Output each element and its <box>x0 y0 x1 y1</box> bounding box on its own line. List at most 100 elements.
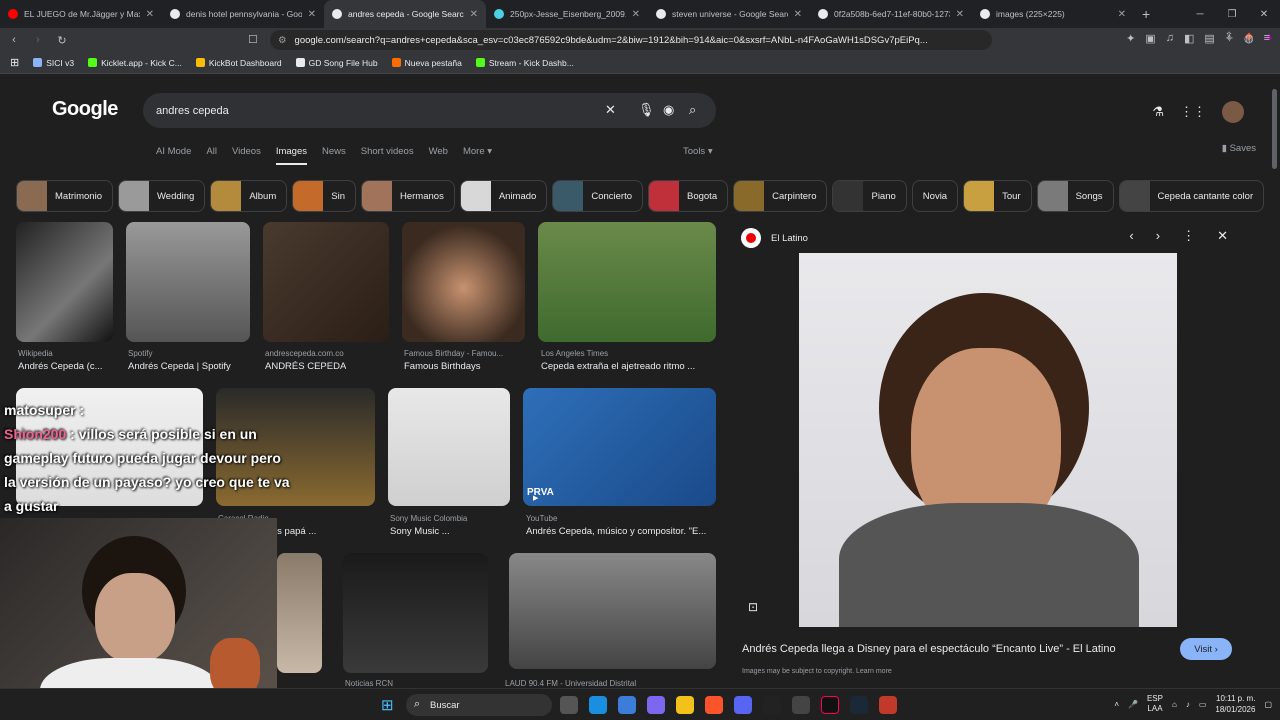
close-icon[interactable]: ✕ <box>1217 228 1228 244</box>
app-icon[interactable] <box>879 696 897 714</box>
extensions-icon[interactable]: ✦ <box>1126 32 1135 45</box>
forward-icon[interactable]: › <box>28 34 48 46</box>
result-title[interactable]: Famous Birthdays <box>404 361 481 372</box>
result-title[interactable]: Andrés Cepeda, músico y compositor. "E..… <box>526 526 712 537</box>
tray-arrow-icon[interactable]: ˄ <box>1114 700 1119 709</box>
close-tab-icon[interactable]: ✕ <box>1118 9 1126 20</box>
image-result[interactable] <box>538 222 716 342</box>
result-title[interactable]: Sony Music ... <box>390 526 450 537</box>
search-tab[interactable]: AI Mode <box>156 146 191 165</box>
refine-chip[interactable]: Concierto <box>552 180 643 212</box>
image-result[interactable] <box>126 222 250 342</box>
site-info-icon[interactable]: ⚙ <box>278 35 287 46</box>
scrollbar[interactable] <box>1270 75 1280 688</box>
refine-chip[interactable]: Sin <box>292 180 356 212</box>
store-icon[interactable] <box>618 696 636 714</box>
leo-icon[interactable]: ✧ <box>1225 32 1234 45</box>
preview-caption[interactable]: Andrés Cepeda llega a Disney para el esp… <box>742 643 1116 655</box>
saves-button[interactable]: ▮ Saves <box>1222 143 1256 154</box>
result-title[interactable]: ANDRÉS CEPEDA <box>265 361 346 372</box>
clear-icon[interactable]: ✕ <box>605 102 616 118</box>
refine-chip[interactable]: Carpintero <box>733 180 828 212</box>
result-title[interactable]: Cepeda extraña el ajetreado ritmo ... <box>541 361 711 372</box>
search-tab[interactable]: Web <box>429 146 448 165</box>
next-icon[interactable]: › <box>1156 228 1160 244</box>
result-title[interactable]: Andrés Cepeda | Spotify <box>128 361 231 372</box>
refine-chip[interactable]: Piano <box>832 180 907 212</box>
close-tab-icon[interactable]: ✕ <box>146 9 154 20</box>
bookmark-item[interactable]: Kicklet.app - Kick C... <box>88 58 182 68</box>
obs-icon[interactable] <box>792 696 810 714</box>
prev-icon[interactable]: ‹ <box>1129 228 1133 244</box>
video-result[interactable]: PRVA ▶ <box>523 388 716 506</box>
explorer-icon[interactable] <box>676 696 694 714</box>
mic-icon[interactable]: 🎙 <box>638 102 655 118</box>
image-result[interactable] <box>263 222 389 342</box>
search-tab[interactable]: News <box>322 146 346 165</box>
image-result[interactable] <box>402 222 525 342</box>
music-icon[interactable]: ♫ <box>1166 32 1174 45</box>
language-indicator[interactable]: ESP LAA <box>1147 694 1163 714</box>
search-input[interactable]: andres cepeda <box>156 105 229 117</box>
apps-grid-icon[interactable]: ⊞ <box>10 56 19 69</box>
sidebar-icon[interactable]: ◧ <box>1184 32 1194 45</box>
refine-chip[interactable]: Bogota <box>648 180 729 212</box>
tools-button[interactable]: Tools ▾ <box>683 146 713 157</box>
discord-icon[interactable] <box>734 696 752 714</box>
close-tab-icon[interactable]: ✕ <box>470 9 478 20</box>
search-box[interactable]: andres cepeda ✕ 🎙 ◉ ⌕ <box>143 93 716 128</box>
bookmark-item[interactable]: Stream - Kick Dashb... <box>475 58 574 68</box>
image-result[interactable] <box>277 553 322 673</box>
browser-tab[interactable]: andres cepeda - Google Search ✕ <box>324 0 486 28</box>
browser-tab[interactable]: denis hotel pennsylvania - Google Se ✕ <box>162 0 324 28</box>
new-tab-icon[interactable]: + <box>1134 6 1158 22</box>
lens-search-icon[interactable]: ⊡ <box>748 600 758 614</box>
battery-icon[interactable]: ▭ <box>1199 700 1207 709</box>
bookmark-item[interactable]: GD Song File Hub <box>295 58 378 68</box>
browser-tab[interactable]: EL JUEGO de Mr.Jägger y Maxo es U ✕ <box>0 0 162 28</box>
image-result[interactable] <box>343 553 488 673</box>
minimize-icon[interactable]: ─ <box>1184 9 1216 20</box>
browser-tab[interactable]: 250px-Jesse_Eisenberg_2009.jpg (250 ✕ <box>486 0 648 28</box>
taskbar-search[interactable]: ⌕ Buscar <box>406 694 552 716</box>
lens-icon[interactable]: ◉ <box>663 102 674 118</box>
avatar[interactable] <box>1222 101 1244 123</box>
refine-chip[interactable]: Album <box>210 180 288 212</box>
preview-source[interactable]: El Latino <box>771 233 808 244</box>
epic-icon[interactable] <box>763 696 781 714</box>
steam-icon[interactable] <box>850 696 868 714</box>
reload-icon[interactable]: ↻ <box>52 34 72 47</box>
browser-tab[interactable]: 0f2a508b-6ed7-11ef-80b0-12734a5s1 ✕ <box>810 0 972 28</box>
apps-icon[interactable]: ⋮⋮ <box>1180 104 1206 120</box>
refine-chip[interactable]: Novia <box>911 180 959 212</box>
mic-icon[interactable]: 🎤 <box>1128 700 1138 709</box>
restore-icon[interactable]: ❐ <box>1216 9 1248 20</box>
search-tab[interactable]: Short videos <box>361 146 414 165</box>
refine-chip[interactable]: Hermanos <box>361 180 455 212</box>
vpn-icon[interactable]: ◍ <box>1244 32 1254 45</box>
close-tab-icon[interactable]: ✕ <box>794 9 802 20</box>
volume-icon[interactable]: ♪ <box>1186 700 1190 709</box>
close-window-icon[interactable]: ✕ <box>1248 9 1280 20</box>
network-icon[interactable]: ⌂ <box>1172 700 1177 709</box>
search-tab[interactable]: All <box>206 146 217 165</box>
close-tab-icon[interactable]: ✕ <box>632 9 640 20</box>
bookmark-item[interactable]: SICI v3 <box>33 58 74 68</box>
labs-icon[interactable]: ⚗ <box>1152 104 1164 120</box>
start-icon[interactable]: ⊞ <box>381 696 394 714</box>
image-result[interactable] <box>509 553 716 669</box>
refine-chip[interactable]: Cepeda cantante color <box>1118 180 1265 212</box>
refine-chip[interactable]: Tour <box>963 180 1032 212</box>
visit-button[interactable]: Visit › <box>1180 638 1232 660</box>
refine-chip[interactable]: Animado <box>459 180 548 212</box>
notifications-icon[interactable]: ▢ <box>1264 700 1272 709</box>
url-field[interactable]: ⚙ google.com/search?q=andres+cepeda&sca_e… <box>270 30 992 50</box>
clock[interactable]: 10:11 p. m. 18/01/2026 <box>1215 693 1255 715</box>
back-icon[interactable]: ‹ <box>4 34 24 46</box>
image-result[interactable] <box>388 388 510 506</box>
close-tab-icon[interactable]: ✕ <box>308 9 316 20</box>
refine-chip[interactable]: Songs <box>1036 180 1114 212</box>
google-logo[interactable]: Google <box>52 98 118 121</box>
preview-image[interactable] <box>799 253 1177 627</box>
tiktok-icon[interactable] <box>821 696 839 714</box>
